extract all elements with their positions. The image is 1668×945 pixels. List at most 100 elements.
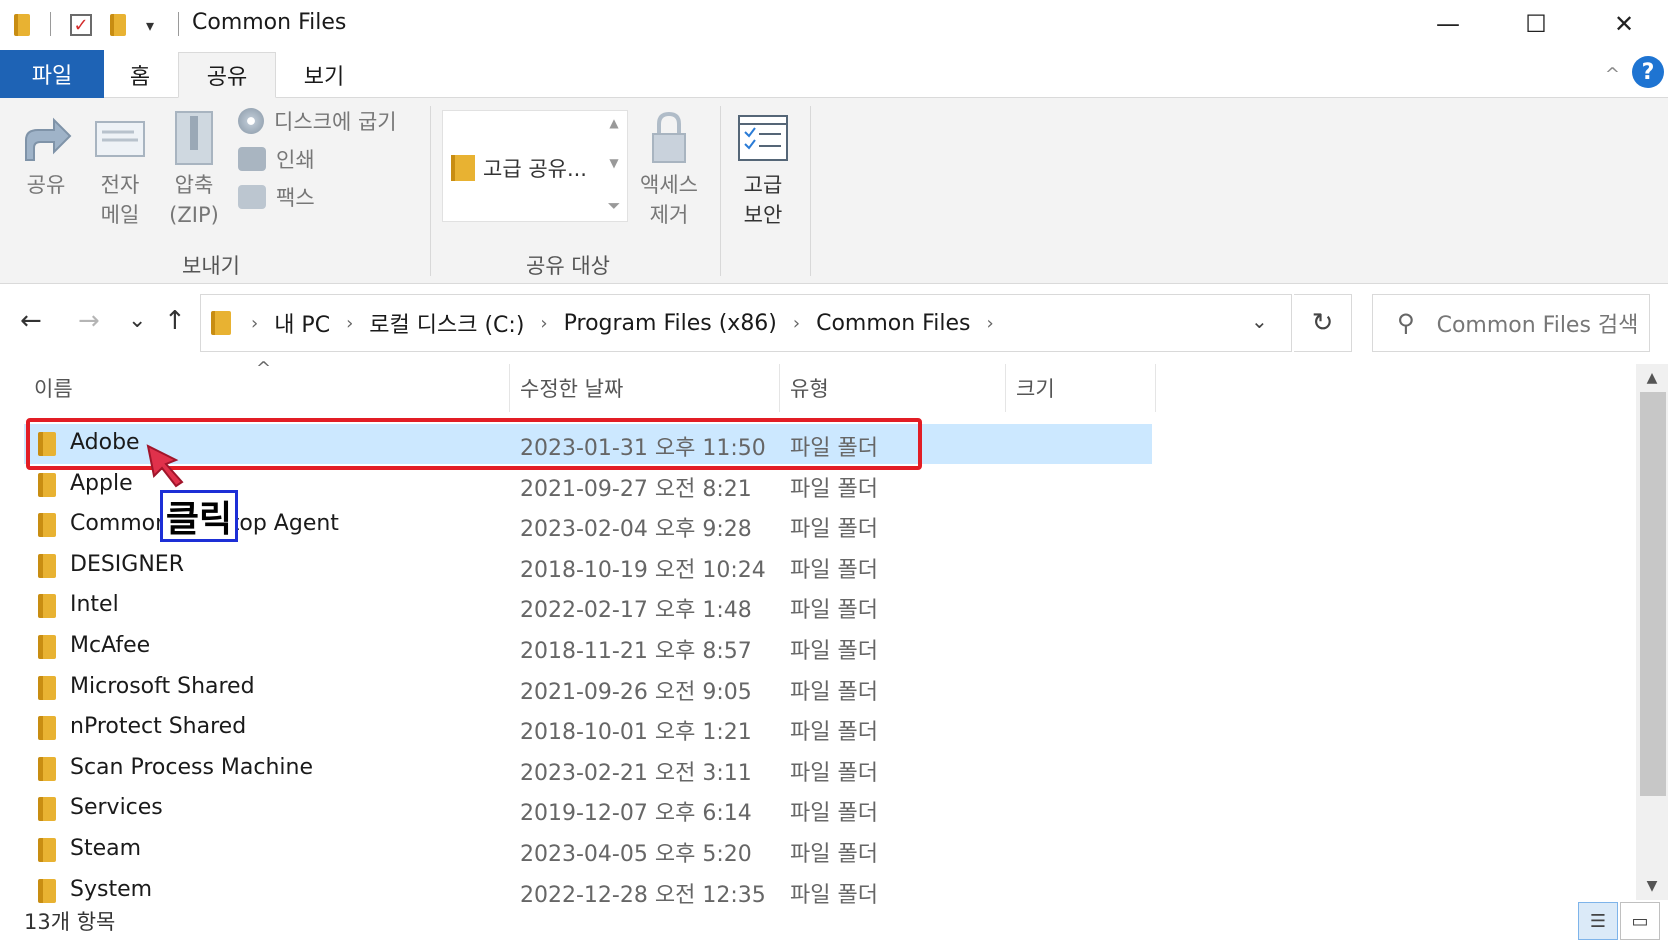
scroll-down-icon[interactable]: ▼	[609, 156, 618, 170]
breadcrumb-item-program-files[interactable]: Program Files (x86)	[564, 311, 777, 336]
help-icon[interactable]: ?	[1632, 56, 1664, 88]
folder-icon	[38, 513, 56, 537]
file-name: Scan Process Machine	[70, 755, 314, 780]
ribbon: 공유 전자 메일 압축 (ZIP) 디스크에 굽기 인쇄 팩스 보내기 고급 공…	[0, 98, 1668, 284]
breadcrumb-separator[interactable]: ›	[251, 313, 258, 334]
divider	[50, 12, 51, 36]
breadcrumb-separator[interactable]: ›	[793, 313, 800, 334]
item-count: 13개 항목	[24, 910, 116, 934]
file-type: 파일 폴더	[790, 883, 878, 908]
divider	[720, 106, 721, 276]
burn-disc-button[interactable]: 디스크에 굽기	[238, 106, 397, 136]
folder-icon	[38, 676, 56, 700]
file-date: 2021-09-26 오전 9:05	[520, 680, 752, 705]
tab-share[interactable]: 공유	[178, 52, 276, 98]
share-with-list[interactable]: 고급 공유...	[442, 110, 628, 222]
folder-icon	[38, 757, 56, 781]
table-row[interactable]: McAfee 2018-11-21 오후 8:57 파일 폴더	[24, 627, 1152, 667]
column-header-date[interactable]: 수정한 날짜	[510, 364, 780, 412]
tab-file[interactable]: 파일	[0, 50, 104, 98]
folder-icon	[38, 473, 56, 497]
breadcrumb-item-common-files[interactable]: Common Files	[816, 311, 970, 336]
scroll-up-icon[interactable]: ▲	[609, 116, 618, 130]
properties-check-icon[interactable]: ✓	[70, 12, 92, 38]
zip-button[interactable]: 압축 (ZIP)	[164, 110, 224, 230]
folder-icon	[38, 554, 56, 578]
file-date: 2019-12-07 오후 6:14	[520, 801, 752, 826]
remove-access-button[interactable]: 액세스 제거	[634, 110, 704, 230]
share-button[interactable]: 공유	[18, 110, 74, 200]
recent-locations-button[interactable]: ⌄	[128, 308, 146, 333]
new-folder-icon[interactable]	[110, 12, 126, 38]
chevron-down-icon[interactable]: ⌄	[1251, 309, 1268, 333]
security-checklist-icon	[738, 115, 788, 161]
advanced-share-item[interactable]: 고급 공유...	[451, 153, 587, 183]
email-label-1: 전자	[100, 173, 140, 197]
file-date: 2018-10-19 오전 10:24	[520, 558, 766, 583]
email-button[interactable]: 전자 메일	[92, 110, 148, 230]
forward-button[interactable]: →	[78, 306, 100, 336]
fax-button[interactable]: 팩스	[238, 182, 315, 212]
file-name: Services	[70, 795, 163, 820]
zip-icon	[175, 111, 213, 165]
back-button[interactable]: ←	[20, 306, 42, 336]
up-button[interactable]: ↑	[164, 306, 186, 336]
window-title: Common Files	[192, 10, 347, 35]
share-label: 공유	[26, 173, 66, 197]
file-name: Intel	[70, 592, 119, 617]
breadcrumb-separator[interactable]: ›	[540, 313, 547, 334]
tab-home[interactable]: 홈	[108, 52, 172, 98]
click-annotation: 클릭	[160, 490, 238, 542]
search-input[interactable]: Common Files 검색	[1437, 307, 1639, 339]
table-row[interactable]: Microsoft Shared 2021-09-26 오전 9:05 파일 폴더	[24, 668, 1152, 708]
table-row[interactable]: Scan Process Machine 2023-02-21 오전 3:11 파일…	[24, 749, 1152, 789]
scroll-up-icon[interactable]: ▲	[1636, 364, 1668, 392]
advanced-security-button[interactable]: 고급 보안	[734, 110, 792, 230]
remove-access-label-2: 제거	[649, 203, 689, 227]
close-button[interactable]: ✕	[1580, 0, 1668, 48]
printer-icon	[238, 147, 266, 171]
navigation-bar: ← → ⌄ ↑ › 내 PC › 로컬 디스크 (C:) › Program F…	[0, 284, 1668, 364]
file-name: McAfee	[70, 633, 151, 658]
scrollbar-thumb[interactable]	[1640, 392, 1666, 796]
breadcrumb-separator[interactable]: ›	[986, 313, 993, 334]
expand-list-icon[interactable]: ⏷	[608, 196, 621, 216]
divider	[430, 106, 431, 276]
tab-view[interactable]: 보기	[284, 52, 364, 98]
table-row[interactable]: Intel 2022-02-17 오후 1:48 파일 폴더	[24, 586, 1152, 626]
file-date: 2021-09-27 오전 8:21	[520, 477, 752, 502]
folder-icon	[38, 594, 56, 618]
file-name: nProtect Shared	[70, 714, 247, 739]
breadcrumb-item-local-disk[interactable]: 로컬 디스크 (C:)	[369, 307, 524, 339]
table-row[interactable]: DESIGNER 2018-10-19 오전 10:24 파일 폴더	[24, 546, 1152, 586]
search-box[interactable]: ⚲ Common Files 검색	[1372, 294, 1650, 352]
refresh-button[interactable]: ↻	[1294, 294, 1352, 352]
disc-icon	[238, 108, 264, 134]
advanced-share-label: 고급 공유...	[483, 157, 587, 181]
minimize-button[interactable]: —	[1404, 0, 1492, 48]
maximize-button[interactable]: ☐	[1492, 0, 1580, 48]
folder-icon	[14, 12, 30, 38]
breadcrumb-separator[interactable]: ›	[346, 313, 353, 334]
customize-toolbar-icon[interactable]: ▾	[146, 12, 154, 38]
breadcrumb-item-this-pc[interactable]: 내 PC	[274, 307, 330, 339]
title-bar: ✓ ▾ Common Files — ☐ ✕	[0, 0, 1668, 48]
large-icons-view-icon[interactable]: ▭	[1620, 902, 1660, 940]
table-row[interactable]: System 2022-12-28 오전 12:35 파일 폴더	[24, 871, 1152, 911]
file-type: 파일 폴더	[790, 680, 878, 705]
print-button[interactable]: 인쇄	[238, 144, 315, 174]
table-row[interactable]: Steam 2023-04-05 오후 5:20 파일 폴더	[24, 830, 1152, 870]
file-date: 2018-10-01 오후 1:21	[520, 720, 752, 745]
table-row[interactable]: nProtect Shared 2018-10-01 오후 1:21 파일 폴더	[24, 708, 1152, 748]
share-list-scroll[interactable]: ▲ ▼ ⏷	[602, 110, 626, 222]
share-with-group-label: 공유 대상	[526, 254, 610, 278]
details-view-icon[interactable]: ☰	[1578, 902, 1618, 940]
address-bar[interactable]: › 내 PC › 로컬 디스크 (C:) › Program Files (x8…	[200, 294, 1292, 352]
collapse-ribbon-icon[interactable]: ^	[1605, 64, 1620, 85]
scroll-down-icon[interactable]: ▼	[1636, 872, 1668, 900]
file-name: DESIGNER	[70, 552, 184, 577]
table-row[interactable]: Services 2019-12-07 오후 6:14 파일 폴더	[24, 789, 1152, 829]
column-header-size[interactable]: 크기	[1006, 364, 1156, 412]
column-header-type[interactable]: 유형	[780, 364, 1006, 412]
vertical-scrollbar[interactable]: ▲ ▼	[1636, 364, 1668, 900]
